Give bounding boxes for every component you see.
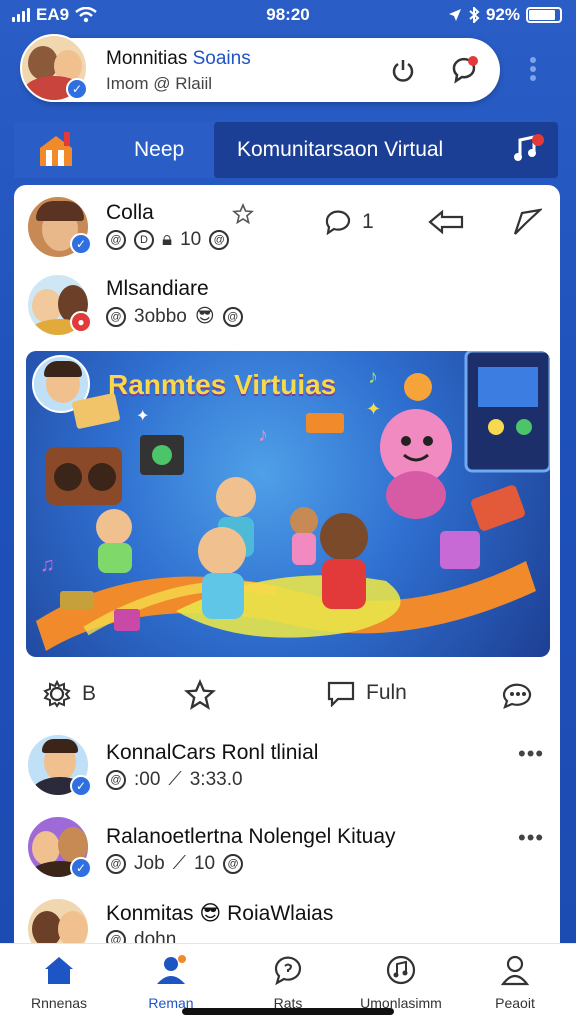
list-item-title[interactable]: KonnalCars Ronl tlinial [106,741,318,765]
profile-header[interactable]: ✓ Monnitias Soains Imom @ Rlaiil [20,34,500,102]
hero-illustration: ♪ ♪ ♫ ✦ ✦ [36,351,550,651]
clock-icon: @ [106,854,126,874]
comment-icon [327,681,355,707]
power-icon[interactable] [386,53,420,87]
svg-text:✦: ✦ [136,408,149,425]
post-meta-value: 3obbo [134,305,187,327]
svg-text:♪: ♪ [368,366,378,388]
post-count: 10 [180,229,202,250]
list-item-title[interactable]: Ralanoetlertna Nolengel Kituay [106,825,396,849]
svg-text:♫: ♫ [40,554,55,576]
home-icon [45,957,73,984]
nav-people[interactable]: Reman [116,954,226,1011]
send-icon[interactable] [512,207,542,237]
comment-action[interactable]: Fuln [326,679,407,707]
star-icon[interactable] [232,203,254,225]
profile-icon [500,955,530,986]
tab-bar: Neep Komunitarsaon Virtual [14,122,558,178]
views-icon: D [134,230,154,250]
building-icon [40,132,72,166]
settings-icon [43,679,71,708]
share-icon[interactable] [428,209,464,235]
share-small-icon: ⟋ [172,853,186,874]
tab-virtual-community-label: Komunitarsaon Virtual [237,138,444,161]
comment-action-label: Fuln [366,681,407,704]
settings-count: B [82,682,97,705]
list-item-title[interactable]: Konmitas 😎︎ RoiaWlaias [106,901,333,926]
more-options-icon[interactable]: ••• [518,825,544,851]
tab-feed[interactable]: Neep [14,122,214,178]
post-author[interactable]: Colla [106,201,154,225]
settings-action[interactable]: B [42,679,96,709]
clock-icon: @ [106,770,126,790]
music-notification-icon [514,134,544,161]
location-icon [448,9,461,21]
verified-badge-icon: ✓ [66,78,88,100]
people-icon [157,955,186,984]
list-item-meta: @ Job ⟋ 10 @ [106,853,244,875]
battery-icon [526,7,562,23]
info-icon: @ [222,306,243,327]
reaction-icon[interactable] [500,681,534,709]
clock-icon: @ [106,230,126,250]
nav-music[interactable]: Umonlasimm [346,954,456,1011]
post-meta: @ D 🔒︎ 10 @ [106,229,230,251]
music-icon [386,955,416,985]
emoji-icon: 😎︎ [199,902,222,925]
clock-icon: @ [106,306,126,327]
verified-badge-icon: ✓ [70,233,92,255]
battery-percent: 92% [485,5,520,24]
comment-icon [325,210,351,235]
nav-chats[interactable]: Rats [233,954,343,1011]
info-icon: @ [223,854,244,874]
hero-image[interactable]: Ranmtes Virtuias ♪ ♪ ♫ ✦ ✦ [26,351,550,657]
nav-profile[interactable]: Peaoit [460,954,570,1011]
avatar[interactable] [26,897,90,945]
lock-icon: 🔒︎ [162,229,173,250]
profile-handle: Imom @ Rlaiil [106,74,213,93]
emoji-icon: 😎︎ [194,306,215,327]
info-icon: @ [209,230,230,250]
svg-text:✦: ✦ [366,399,381,419]
status-right: 92% [448,5,562,25]
status-bar: EA9 98:20 92% [0,0,576,30]
more-options-icon[interactable] [526,54,540,84]
more-options-icon[interactable]: ••• [518,741,544,767]
verified-badge-icon: ✓ [70,857,92,879]
bluetooth-icon [469,7,480,23]
notifications-chat-icon[interactable] [448,53,482,87]
tab-feed-label: Neep [134,138,185,161]
share-small-icon: ⟋ [168,769,182,790]
comment-count: 1 [362,210,374,233]
profile-name: Monnitias Soains [106,48,251,69]
verified-badge-icon: ✓ [70,775,92,797]
post-author[interactable]: Mlsandiare [106,277,209,301]
svg-text:♪: ♪ [258,424,268,446]
live-badge-icon: ● [70,311,92,333]
chat-icon [274,956,302,986]
post-meta: @ 3obbo 😎︎ @ [106,305,243,328]
list-item-meta: @ :00 ⟋ 3:33.0 [106,769,243,791]
tab-virtual-community[interactable]: Komunitarsaon Virtual [214,122,558,178]
home-indicator[interactable] [182,1008,394,1015]
nav-home[interactable]: Rnnenas [4,954,114,1011]
favorite-star-icon[interactable] [184,679,216,711]
feed-card: ✓ Colla @ D 🔒︎ 10 @ 1 ● Mlsandiare @ 3ob… [14,185,560,945]
comment-button[interactable]: 1 [324,209,374,235]
